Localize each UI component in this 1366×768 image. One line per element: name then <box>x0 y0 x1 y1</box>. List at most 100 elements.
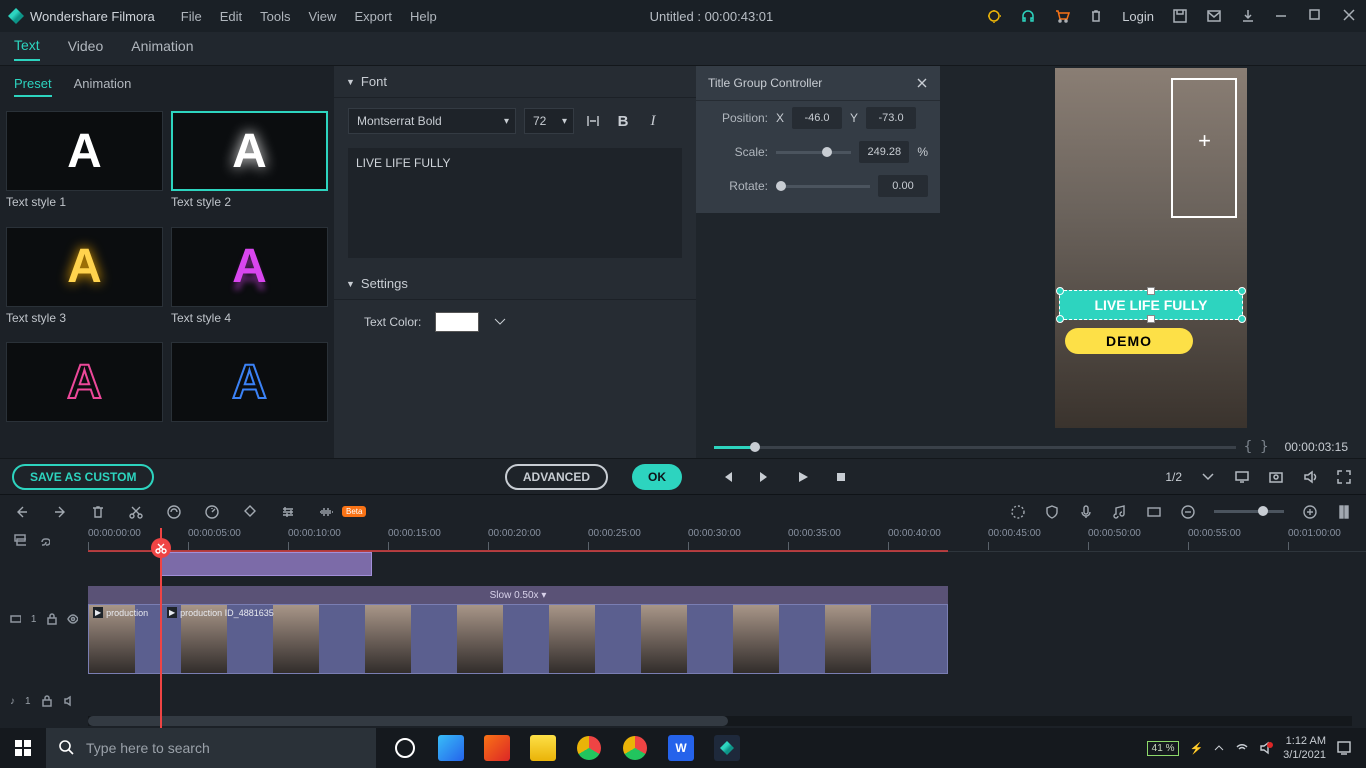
preset-item-6[interactable]: AText style 6 <box>171 342 328 452</box>
start-button[interactable] <box>0 728 46 768</box>
audio-lock-icon[interactable] <box>41 695 53 707</box>
resize-handle-bm[interactable] <box>1147 315 1155 323</box>
tab-animation[interactable]: Animation <box>131 38 193 60</box>
display-icon[interactable] <box>1234 469 1250 485</box>
resize-handle-tm[interactable] <box>1147 287 1155 295</box>
snapshot-icon[interactable] <box>1268 469 1284 485</box>
playhead[interactable] <box>160 528 162 728</box>
render-icon[interactable] <box>1010 504 1026 520</box>
subtab-preset[interactable]: Preset <box>14 76 52 97</box>
marker-icon[interactable] <box>242 504 258 520</box>
position-x-input[interactable]: -46.0 <box>792 107 842 129</box>
resize-handle-tr[interactable] <box>1238 287 1246 295</box>
eye-icon[interactable] <box>67 613 78 625</box>
notifications-icon[interactable] <box>1336 740 1352 756</box>
brace-open-icon[interactable]: { <box>1244 439 1252 455</box>
subtab-animation[interactable]: Animation <box>74 76 132 97</box>
preset-item-1[interactable]: AText style 1 <box>6 111 163 221</box>
resize-handle-tl[interactable] <box>1056 287 1064 295</box>
taskbar-explorer[interactable] <box>522 728 564 768</box>
text-color-dropdown-icon[interactable] <box>493 315 507 329</box>
preset-item-3[interactable]: AText style 3 <box>6 227 163 337</box>
preset-item-4[interactable]: AText style 4 <box>171 227 328 337</box>
font-section-header[interactable]: Font <box>334 66 696 98</box>
mic-icon[interactable] <box>1078 504 1094 520</box>
settings-section-header[interactable]: Settings <box>334 268 696 300</box>
taskbar-movies[interactable] <box>430 728 472 768</box>
music-icon[interactable] <box>1112 504 1128 520</box>
timeline-link-icon[interactable] <box>38 534 50 546</box>
taskbar-office[interactable] <box>476 728 518 768</box>
mail-icon[interactable] <box>1206 8 1222 24</box>
menu-file[interactable]: File <box>181 9 202 24</box>
seek-slider[interactable] <box>714 446 1236 449</box>
link-icon[interactable] <box>166 504 182 520</box>
shield-icon[interactable] <box>1044 504 1060 520</box>
audio-wave-icon[interactable] <box>318 504 334 520</box>
font-size-dropdown[interactable]: 72 <box>524 108 574 134</box>
zoom-slider[interactable] <box>1214 510 1284 513</box>
volume-icon[interactable] <box>1302 469 1318 485</box>
window-minimize-icon[interactable] <box>1274 8 1290 24</box>
adjust-icon[interactable] <box>280 504 296 520</box>
battery-indicator[interactable]: 41 % <box>1147 741 1180 756</box>
save-as-custom-button[interactable]: SAVE AS CUSTOM <box>12 464 154 490</box>
save-icon[interactable] <box>1172 8 1188 24</box>
timeline-ruler[interactable]: 00:00:00:0000:00:05:0000:00:10:0000:00:1… <box>88 528 1366 552</box>
taskbar-filmora[interactable] <box>706 728 748 768</box>
cut-icon[interactable] <box>128 504 144 520</box>
zoom-in-icon[interactable] <box>1302 504 1318 520</box>
menu-help[interactable]: Help <box>410 9 437 24</box>
step-forward-icon[interactable] <box>758 470 772 484</box>
preset-item-2[interactable]: AText style 2 <box>171 111 328 221</box>
download-icon[interactable] <box>1240 8 1256 24</box>
speed-icon[interactable] <box>204 504 220 520</box>
lock-icon[interactable] <box>46 613 57 625</box>
stop-icon[interactable] <box>834 470 848 484</box>
play-icon[interactable] <box>796 470 810 484</box>
headphones-icon[interactable] <box>1020 8 1036 24</box>
italic-button[interactable]: I <box>642 110 664 132</box>
tab-video[interactable]: Video <box>68 38 104 60</box>
tray-bolt-icon[interactable]: ⚡ <box>1189 742 1203 755</box>
title-clip[interactable] <box>160 552 372 576</box>
taskbar-search[interactable]: Type here to search <box>46 728 376 768</box>
advanced-button[interactable]: ADVANCED <box>505 464 608 490</box>
cart-icon[interactable] <box>1054 8 1070 24</box>
video-clip[interactable]: production production ID_4881635 <box>88 604 948 674</box>
menu-edit[interactable]: Edit <box>220 9 242 24</box>
tray-chevron-icon[interactable] <box>1213 742 1225 754</box>
timeline-layers-icon[interactable] <box>14 534 26 546</box>
taskbar-chrome[interactable] <box>568 728 610 768</box>
timeline-scrollbar[interactable] <box>88 716 1352 726</box>
font-family-dropdown[interactable]: Montserrat Bold <box>348 108 516 134</box>
position-y-input[interactable]: -73.0 <box>866 107 916 129</box>
wifi-icon[interactable] <box>1235 741 1249 755</box>
preview-canvas[interactable]: + LIVE LIFE FULLY DEMO <box>1055 68 1247 428</box>
rotate-input[interactable]: 0.00 <box>878 175 928 197</box>
clock[interactable]: 1:12 AM 3/1/2021 <box>1283 734 1326 762</box>
delete-icon[interactable] <box>90 504 106 520</box>
scale-input[interactable]: 249.28 <box>859 141 909 163</box>
taskbar-cortana[interactable] <box>384 728 426 768</box>
taskbar-chrome-2[interactable] <box>614 728 656 768</box>
step-back-icon[interactable] <box>720 470 734 484</box>
playhead-cut-icon[interactable] <box>151 538 171 558</box>
resize-handle-br[interactable] <box>1238 315 1246 323</box>
undo-icon[interactable] <box>14 504 30 520</box>
title-text-input[interactable]: LIVE LIFE FULLY <box>348 148 682 258</box>
taskbar-word[interactable]: W <box>660 728 702 768</box>
tray-volume-icon[interactable] <box>1259 741 1273 755</box>
menu-export[interactable]: Export <box>354 9 392 24</box>
window-maximize-icon[interactable] <box>1308 8 1324 24</box>
login-link[interactable]: Login <box>1122 9 1154 24</box>
ok-button[interactable]: OK <box>632 464 682 490</box>
char-spacing-icon[interactable] <box>582 110 604 132</box>
tips-icon[interactable] <box>986 8 1002 24</box>
aspect-icon[interactable] <box>1146 504 1162 520</box>
menu-view[interactable]: View <box>308 9 336 24</box>
speed-bar[interactable]: Slow 0.50x ▾ <box>88 586 948 604</box>
redo-icon[interactable] <box>52 504 68 520</box>
text-color-swatch[interactable] <box>435 312 479 332</box>
resize-handle-bl[interactable] <box>1056 315 1064 323</box>
